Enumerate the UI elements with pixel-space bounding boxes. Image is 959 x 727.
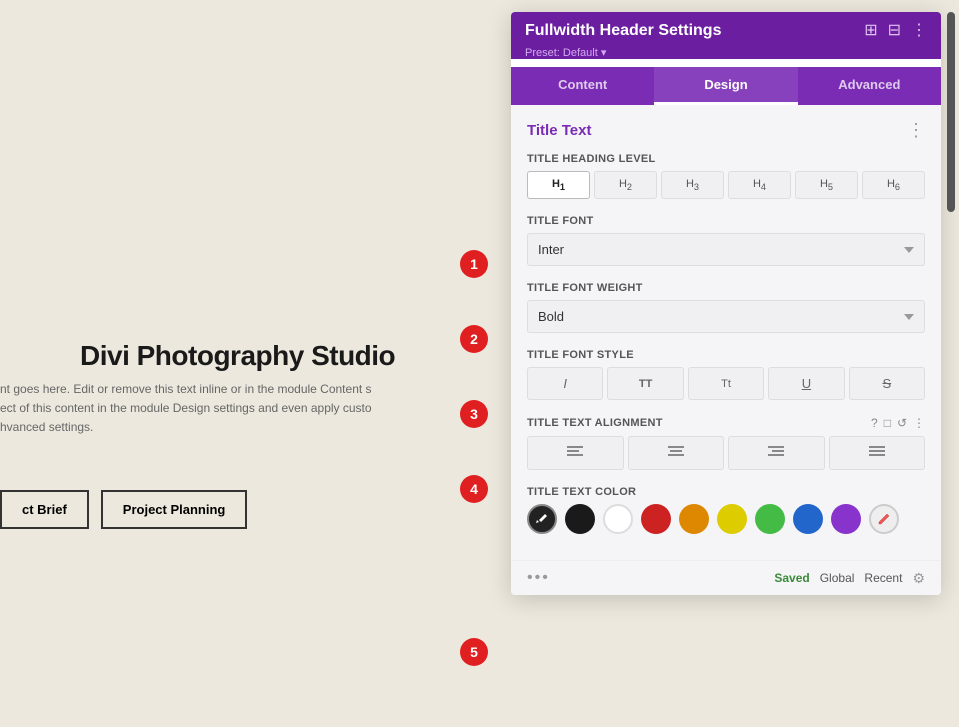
title-heading-level-label: Title Heading Level <box>527 153 925 165</box>
panel-header-top: Fullwidth Header Settings ⊞ ⊟ ⋮ <box>525 22 927 40</box>
bottom-dots[interactable]: ••• <box>527 569 550 587</box>
heading-btn-h6[interactable]: H6 <box>862 171 925 199</box>
global-button[interactable]: Global <box>820 571 855 585</box>
color-yellow[interactable] <box>717 504 747 534</box>
heading-btn-h5[interactable]: H5 <box>795 171 858 199</box>
alignment-device-icon[interactable]: □ <box>884 416 891 430</box>
alignment-reset-icon[interactable]: ↺ <box>897 416 907 430</box>
panel-tabs: Content Design Advanced <box>511 67 941 105</box>
align-center-btn[interactable] <box>628 436 725 470</box>
section-title: Title Text <box>527 122 591 139</box>
title-font-row: Title Font Inter <box>527 215 925 266</box>
alignment-buttons <box>527 436 925 470</box>
color-white[interactable] <box>603 504 633 534</box>
step-5: 5 <box>460 638 488 666</box>
title-font-label: Title Font <box>527 215 925 227</box>
alignment-header: Title Text Alignment ? □ ↺ ⋮ <box>527 416 925 430</box>
color-purple[interactable] <box>831 504 861 534</box>
color-black[interactable] <box>565 504 595 534</box>
canvas-btn-2[interactable]: Project Planning <box>101 490 248 529</box>
step-3: 3 <box>460 400 488 428</box>
recent-button[interactable]: Recent <box>864 571 902 585</box>
gear-icon[interactable]: ⚙ <box>912 570 925 587</box>
canvas-body-text: nt goes here. Edit or remove this text i… <box>0 380 460 438</box>
heading-btn-h2[interactable]: H2 <box>594 171 657 199</box>
color-eyedropper[interactable] <box>527 504 557 534</box>
title-text-color-row: Title Text Color <box>527 486 925 534</box>
title-text-alignment-row: Title Text Alignment ? □ ↺ ⋮ <box>527 416 925 470</box>
panel-expand-icon[interactable]: ⊞ <box>864 23 877 39</box>
panel-bottom-bar: ••• Saved Global Recent ⚙ <box>511 560 941 595</box>
align-right-btn[interactable] <box>728 436 825 470</box>
style-strikethrough-btn[interactable]: S <box>849 367 925 400</box>
alignment-help-icon[interactable]: ? <box>871 416 878 430</box>
title-font-style-row: Title Font Style I TT Tt U S <box>527 349 925 400</box>
panel-title: Fullwidth Header Settings <box>525 22 721 40</box>
scrollbar[interactable] <box>947 12 955 212</box>
bottom-actions: Saved Global Recent ⚙ <box>774 570 925 587</box>
canvas-btn-1[interactable]: ct Brief <box>0 490 89 529</box>
align-left-btn[interactable] <box>527 436 624 470</box>
title-font-style-label: Title Font Style <box>527 349 925 361</box>
step-2: 2 <box>460 325 488 353</box>
style-titlecase-btn[interactable]: Tt <box>688 367 764 400</box>
saved-button[interactable]: Saved <box>774 571 809 585</box>
panel-body: Title Text ⋮ Title Heading Level H1 H2 H… <box>511 105 941 560</box>
style-underline-btn[interactable]: U <box>768 367 844 400</box>
alignment-tools: ? □ ↺ ⋮ <box>871 416 925 430</box>
align-justify-btn[interactable] <box>829 436 926 470</box>
heading-btn-h4[interactable]: H4 <box>728 171 791 199</box>
color-custom-pen[interactable] <box>869 504 899 534</box>
title-heading-level-row: Title Heading Level H1 H2 H3 H4 H5 H6 <box>527 153 925 199</box>
tab-content[interactable]: Content <box>511 67 654 105</box>
step-1: 1 <box>460 250 488 278</box>
heading-btn-h3[interactable]: H3 <box>661 171 724 199</box>
canvas-title: Divi Photography Studio <box>80 340 395 372</box>
alignment-more-icon[interactable]: ⋮ <box>913 416 925 430</box>
title-font-weight-row: Title Font Weight Bold <box>527 282 925 333</box>
step-4: 4 <box>460 475 488 503</box>
panel-header-icons: ⊞ ⊟ ⋮ <box>864 23 927 39</box>
title-font-weight-label: Title Font Weight <box>527 282 925 294</box>
color-red[interactable] <box>641 504 671 534</box>
style-italic-btn[interactable]: I <box>527 367 603 400</box>
color-orange[interactable] <box>679 504 709 534</box>
color-blue[interactable] <box>793 504 823 534</box>
settings-panel: Fullwidth Header Settings ⊞ ⊟ ⋮ Preset: … <box>511 12 941 595</box>
tab-design[interactable]: Design <box>654 67 797 105</box>
tab-advanced[interactable]: Advanced <box>798 67 941 105</box>
canvas-buttons: ct Brief Project Planning <box>0 490 247 529</box>
heading-levels: H1 H2 H3 H4 H5 H6 <box>527 171 925 199</box>
panel-split-icon[interactable]: ⊟ <box>888 23 901 39</box>
section-header: Title Text ⋮ <box>527 121 925 139</box>
title-text-color-label: Title Text Color <box>527 486 925 498</box>
title-font-weight-select[interactable]: Bold <box>527 300 925 333</box>
panel-preset[interactable]: Preset: Default <box>525 46 927 59</box>
panel-more-icon[interactable]: ⋮ <box>911 23 927 39</box>
style-buttons: I TT Tt U S <box>527 367 925 400</box>
section-menu-button[interactable]: ⋮ <box>907 121 925 139</box>
panel-header: Fullwidth Header Settings ⊞ ⊟ ⋮ Preset: … <box>511 12 941 59</box>
heading-btn-h1[interactable]: H1 <box>527 171 590 199</box>
color-green[interactable] <box>755 504 785 534</box>
style-uppercase-btn[interactable]: TT <box>607 367 683 400</box>
title-font-select[interactable]: Inter <box>527 233 925 266</box>
alignment-label: Title Text Alignment <box>527 417 663 429</box>
color-swatches <box>527 504 925 534</box>
